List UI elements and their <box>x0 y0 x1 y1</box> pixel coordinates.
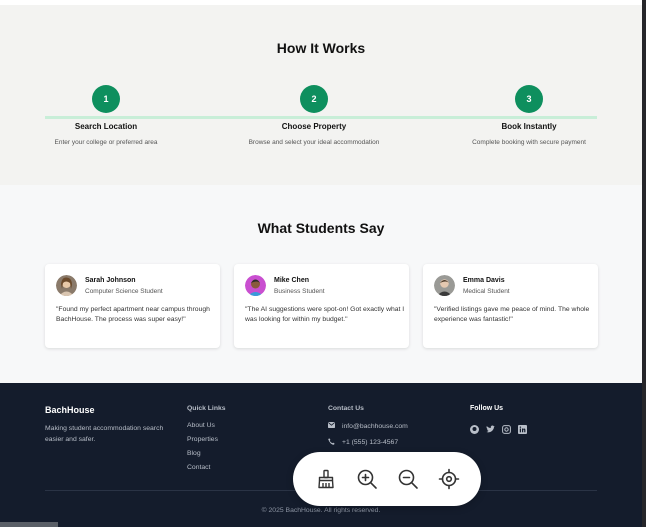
footer-follow: Follow Us <box>470 405 527 434</box>
step-description: Browse and select your ideal accommodati… <box>248 139 380 146</box>
step-number: 1 <box>92 85 120 113</box>
window-edge <box>642 0 646 527</box>
testimonial-card: Emma Davis Medical Student "Verified lis… <box>423 264 598 348</box>
section-title: What Students Say <box>257 220 385 236</box>
footer-link-blog[interactable]: Blog <box>187 450 226 457</box>
testimonial-name: Sarah Johnson <box>85 277 136 284</box>
zoom-in-icon[interactable] <box>355 467 379 491</box>
footer-phone-row[interactable]: +1 (555) 123-4567 <box>328 438 408 447</box>
testimonial-quote: "Found my perfect apartment near campus … <box>56 306 210 323</box>
testimonials-section: What Students Say Sarah Johnson Computer… <box>0 185 642 383</box>
step-title: Search Location <box>74 122 138 131</box>
step-title: Book Instantly <box>501 122 557 131</box>
testimonial-card: Mike Chen Business Student "The AI sugge… <box>234 264 409 348</box>
avatar <box>56 275 77 296</box>
floating-toolbar <box>293 452 481 506</box>
step-title: Choose Property <box>281 122 347 131</box>
footer-tagline: Making student accommodation search easi… <box>45 425 164 443</box>
linkedin-icon[interactable] <box>518 421 527 434</box>
step-description: Enter your college or preferred area <box>54 139 158 146</box>
zoom-out-icon[interactable] <box>396 467 420 491</box>
footer-heading: Quick Links <box>187 405 226 412</box>
footer-contact: Contact Us info@bachhouse.com +1 (555) 1… <box>328 405 408 447</box>
testimonial-quote: "The AI suggestions were spot-on! Got ex… <box>245 306 405 323</box>
step-2: 2 Choose Property Browse and select your… <box>219 85 409 146</box>
footer-phone: +1 (555) 123-4567 <box>342 439 399 446</box>
testimonial-role: Computer Science Student <box>85 288 163 295</box>
avatar <box>434 275 455 296</box>
how-it-works-section: How It Works 1 Search Location Enter you… <box>0 5 642 185</box>
envelope-icon <box>328 422 336 430</box>
broom-icon[interactable] <box>314 467 338 491</box>
avatar <box>245 275 266 296</box>
footer-email-row[interactable]: info@bachhouse.com <box>328 422 408 430</box>
copyright-text: © 2025 BachHouse. All rights reserved. <box>261 507 381 514</box>
footer-link-about[interactable]: About Us <box>187 422 226 429</box>
step-3: 3 Book Instantly Complete booking with s… <box>434 85 624 146</box>
step-number: 3 <box>515 85 543 113</box>
footer-link-contact[interactable]: Contact <box>187 464 226 471</box>
testimonial-quote: "Verified listings gave me peace of mind… <box>434 306 590 323</box>
footer-heading: Contact Us <box>328 405 364 412</box>
testimonial-role: Business Student <box>274 288 325 295</box>
footer-brand-column: BachHouse Making student accommodation s… <box>45 405 165 446</box>
footer-email: info@bachhouse.com <box>342 422 408 430</box>
instagram-icon[interactable] <box>502 421 511 434</box>
footer-quick-links: Quick Links About Us Properties Blog Con… <box>187 405 226 471</box>
testimonial-card: Sarah Johnson Computer Science Student "… <box>45 264 220 348</box>
github-icon[interactable] <box>470 421 479 434</box>
phone-icon <box>328 438 336 447</box>
step-description: Complete booking with secure payment <box>472 139 586 146</box>
step-number: 2 <box>300 85 328 113</box>
testimonial-name: Mike Chen <box>274 277 310 284</box>
footer-brand: BachHouse <box>45 405 95 415</box>
twitter-icon[interactable] <box>486 421 495 433</box>
social-links <box>470 421 527 434</box>
step-1: 1 Search Location Enter your college or … <box>11 85 201 146</box>
testimonial-name: Emma Davis <box>463 277 505 284</box>
footer-link-properties[interactable]: Properties <box>187 436 226 443</box>
window-corner <box>0 522 58 527</box>
section-title: How It Works <box>276 40 366 56</box>
testimonial-role: Medical Student <box>463 288 510 295</box>
crosshair-icon[interactable] <box>437 467 461 491</box>
footer-heading: Follow Us <box>470 405 504 412</box>
